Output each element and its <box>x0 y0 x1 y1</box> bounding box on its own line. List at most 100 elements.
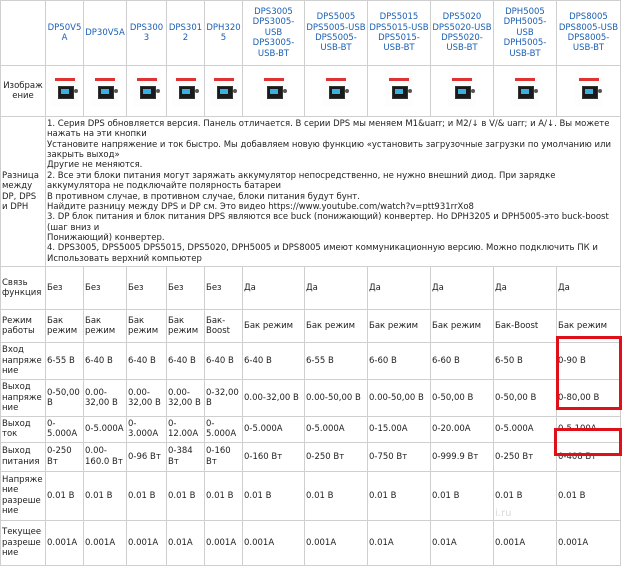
model-link[interactable]: DPS3012 <box>168 23 203 44</box>
spec-cell: 0.01 В <box>367 470 431 521</box>
spec-cell: 6-60 В <box>367 342 431 381</box>
product-image-cell <box>304 65 368 117</box>
row-label: Разница между DP, DPS и DPH <box>0 115 46 268</box>
spec-cell: 0.01 В <box>45 470 84 521</box>
spec-cell: 0.00-32,00 В <box>166 379 205 418</box>
spec-cell: 0.01 В <box>83 470 127 521</box>
product-image[interactable] <box>209 76 238 106</box>
spec-cell: 0-15.00A <box>367 416 431 443</box>
spec-cell: Бак режим <box>45 309 84 344</box>
model-link[interactable]: DPS3005 DPS3005-USB DPS3005-USB-BT <box>244 7 303 59</box>
spec-cell: Бак режим <box>242 309 305 344</box>
spec-cell: Бак режим <box>83 309 127 344</box>
spec-cell: 0.00-32,00 В <box>83 379 127 418</box>
spec-cell: 0.01 В <box>304 470 368 521</box>
product-image-cell <box>204 65 243 117</box>
row-label: Выход питания <box>0 441 46 472</box>
row-label: Текущее разрешение <box>0 519 46 566</box>
model-header-cell: DPS3012 <box>166 0 205 66</box>
product-image-cell <box>556 65 621 117</box>
spec-cell: Без <box>45 266 84 311</box>
model-link[interactable]: DP50V5A <box>47 23 82 44</box>
spec-cell: Бак-Boost <box>204 309 243 344</box>
watermark: i.ru <box>495 508 512 519</box>
spec-row: Выход напряжение 0-50,00 В 0.00-32,00 В 0.0… <box>0 379 621 418</box>
product-image[interactable] <box>50 76 79 106</box>
spec-cell: Бак-Boost <box>493 309 557 344</box>
spec-row: Текущее разрешение 0.001A 0.001A 0.001A 0.01… <box>0 519 621 566</box>
row-label: Выход напряжение <box>0 379 46 418</box>
spec-cell: 0.00-50,00 В <box>304 379 368 418</box>
spec-row: Напряжение разрешение 0.01 В 0.01 В 0.01 В0… <box>0 470 621 521</box>
spec-cell: 0-80,00 В <box>556 379 621 418</box>
model-link[interactable]: DPS5015 DPS5015-USB DPS5015-USB-BT <box>369 12 429 53</box>
description-line: 2. Все эти блоки питания могут заряжать … <box>47 170 556 192</box>
spec-cell: 0-250 Вт <box>304 441 368 472</box>
row-label: Режим работы <box>0 309 46 344</box>
product-image-cell <box>83 65 127 117</box>
spec-cell: 0.001A <box>556 519 621 566</box>
spec-cell: 0-32,00 В <box>204 379 243 418</box>
description-line: 1. Серия DPS обновляется версия. Панель … <box>47 119 610 140</box>
product-image[interactable] <box>132 76 161 106</box>
spec-cell: 6-40 В <box>242 342 305 381</box>
spec-cell: 0-408 Вт <box>556 441 621 472</box>
product-image-cell <box>493 65 557 117</box>
row-label: Связь функция <box>0 266 46 311</box>
spec-cell: 0.001A <box>45 519 84 566</box>
row-label: Напряжение разрешение <box>0 470 46 521</box>
spec-cell: 0.001A <box>126 519 167 566</box>
spec-cell: 0.001A <box>304 519 368 566</box>
product-image[interactable] <box>171 76 200 106</box>
spec-cell: 0.001A <box>242 519 305 566</box>
product-image[interactable] <box>385 76 413 106</box>
model-header-cell: DPH5005 DPH5005-USB DPH5005-USB-BT <box>493 0 557 66</box>
model-link[interactable]: DPH5005 DPH5005-USB DPH5005-USB-BT <box>495 7 555 59</box>
spec-cell: Без <box>166 266 205 311</box>
model-header-cell: DP50V5A <box>45 0 84 66</box>
product-image-cell <box>430 65 494 117</box>
spec-cell: 0-50,00 В <box>493 379 557 418</box>
spec-cell: 0.001A <box>83 519 127 566</box>
product-image[interactable] <box>574 76 603 106</box>
spec-cell: Бак режим <box>126 309 167 344</box>
model-header-row: DP50V5A DP30V5A DPS3003 DPS3012 DPH3205 DPS30… <box>0 0 621 66</box>
spec-cell: 6-40 В <box>204 342 243 381</box>
spec-cell: 0-5.000A <box>304 416 368 443</box>
product-image[interactable] <box>511 76 539 106</box>
description-line: 3. DP блок питания и блок питания DPS яв… <box>47 212 609 233</box>
spec-cell: Бак режим <box>556 309 621 344</box>
row-label: Вход напряжение <box>0 342 46 381</box>
comparison-table: DP50V5A DP30V5A DPS3003 DPS3012 DPH3205 DPS30… <box>0 0 621 566</box>
model-link[interactable]: DP30V5A <box>85 28 125 38</box>
model-link[interactable]: DPS5020 DPS5020-USB DPS5020-USB-BT <box>432 12 492 53</box>
spec-row: Режим работы Бак режим Бак режим Бак режим Б… <box>0 309 621 344</box>
spec-cell: 0.01A <box>367 519 431 566</box>
description-row: Разница между DP, DPS и DPH 1. Серия DPS… <box>0 115 621 268</box>
spec-cell: 0.00-160.0 Вт <box>83 441 127 472</box>
product-image[interactable] <box>448 76 476 106</box>
spec-cell: 6-55 В <box>304 342 368 381</box>
spec-cell: 6-40 В <box>166 342 205 381</box>
row-label: Выход ток <box>0 416 46 443</box>
product-image[interactable] <box>91 76 119 106</box>
spec-cell: 6-50 В <box>493 342 557 381</box>
product-image[interactable] <box>259 76 288 106</box>
product-image[interactable] <box>322 76 350 106</box>
spec-cell: 0.01A <box>430 519 494 566</box>
model-header-cell: DPS5015 DPS5015-USB DPS5015-USB-BT <box>367 0 431 66</box>
spec-cell: 0-50,00 В <box>45 379 84 418</box>
spec-cell: 0.00-32,00 В <box>242 379 305 418</box>
model-link[interactable]: DPS3003 <box>128 23 165 44</box>
model-link[interactable]: DPS5005 DPS5005-USB DPS5005-USB-BT <box>306 12 366 53</box>
image-row: Изображение <box>0 65 621 117</box>
spec-cell: Бак режим <box>304 309 368 344</box>
model-link[interactable]: DPS8005 DPS8005-USB DPS8005-USB-BT <box>558 12 619 53</box>
model-link[interactable]: DPH3205 <box>206 23 241 44</box>
spec-cell: Без <box>126 266 167 311</box>
spec-cell: Бак режим <box>367 309 431 344</box>
spec-cell: 0.01 В <box>242 470 305 521</box>
spec-cell: 0-384 Вт <box>166 441 205 472</box>
model-header-cell: DPS3003 <box>126 0 167 66</box>
spec-cell: 6-60 В <box>430 342 494 381</box>
